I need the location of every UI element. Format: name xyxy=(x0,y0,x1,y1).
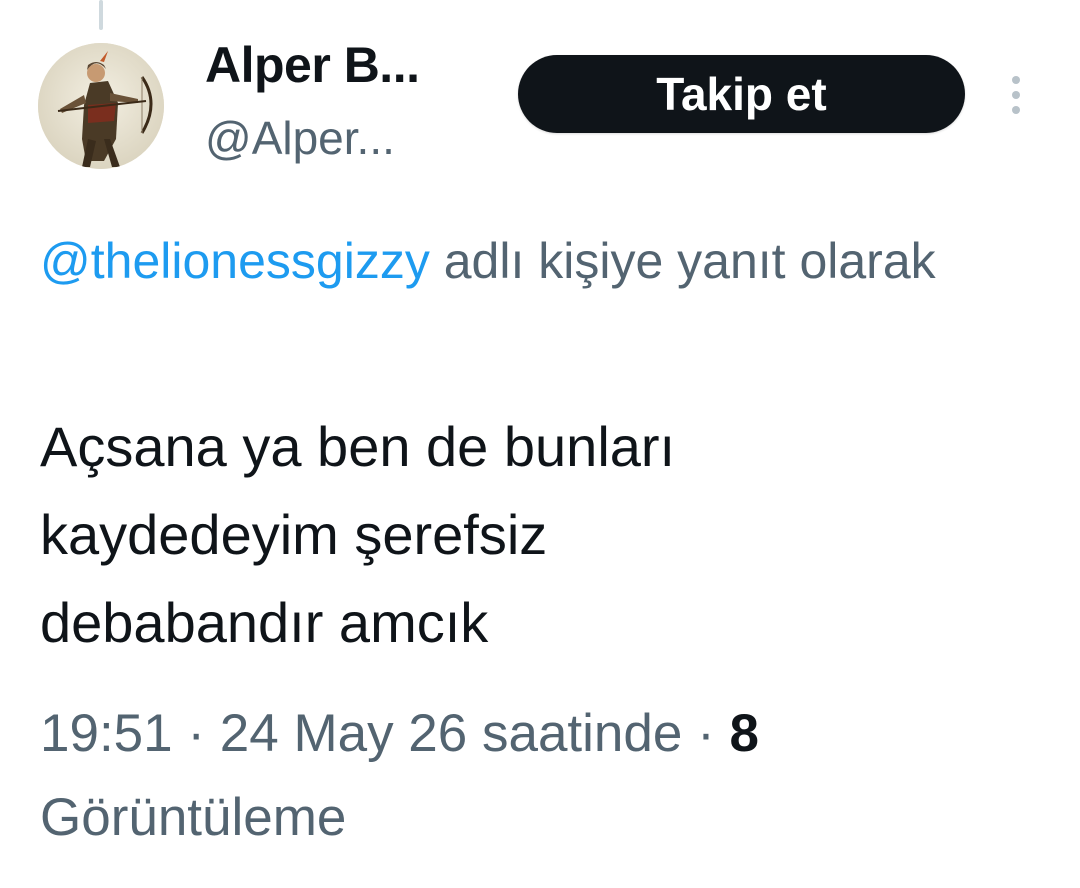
more-vertical-icon[interactable] xyxy=(1004,74,1028,116)
thread-connector-line xyxy=(99,0,103,30)
avatar[interactable] xyxy=(38,43,164,169)
reply-context: @thelionessgizzy adlı kişiye yanıt olara… xyxy=(40,222,1020,300)
tweet-text-line: debabandır amcık xyxy=(40,591,489,654)
author-handle[interactable]: @Alper... xyxy=(205,111,395,165)
meta-separator: · xyxy=(697,704,715,763)
follow-button[interactable]: Takip et xyxy=(518,55,965,133)
author-display-name[interactable]: Alper B... xyxy=(205,36,420,94)
tweet-meta: 19:51 · 24 May 26 saatinde · 8 Görüntüle… xyxy=(40,692,1040,860)
avatar-archer-image xyxy=(38,43,164,169)
meta-separator: · xyxy=(187,704,206,763)
tweet-time[interactable]: 19:51 xyxy=(40,704,173,763)
views-count: 8 xyxy=(729,704,759,763)
tweet-text-line: kaydedeyim şerefsiz xyxy=(40,503,548,566)
reply-context-label: adlı kişiye yanıt olarak xyxy=(443,233,936,289)
replied-user-mention-link[interactable]: @thelionessgizzy xyxy=(40,233,430,289)
tweet-date[interactable]: 24 May 26 saatinde xyxy=(220,704,683,763)
tweet-text-line: Açsana ya ben de bunları xyxy=(40,415,676,478)
tweet-text: Açsana ya ben de bunları kaydedeyim şere… xyxy=(40,403,1020,667)
views-label: Görüntüleme xyxy=(40,788,347,847)
